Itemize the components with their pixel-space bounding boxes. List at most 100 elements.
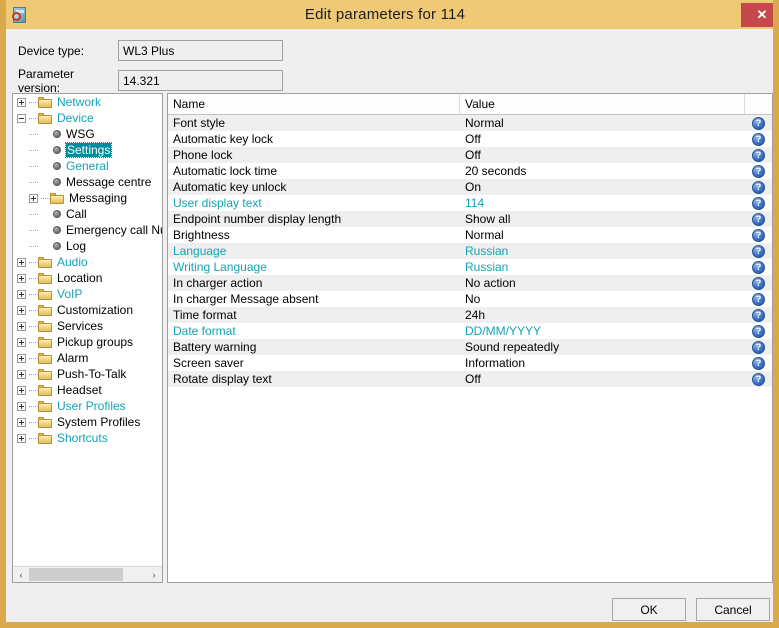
tree-item-settings[interactable]: Settings: [13, 142, 162, 158]
expand-icon[interactable]: [17, 353, 26, 363]
tree-horizontal-scrollbar[interactable]: ‹ ›: [13, 566, 162, 582]
scroll-left-arrow-icon[interactable]: ‹: [13, 567, 29, 582]
table-row[interactable]: Phone lock Off?: [168, 147, 772, 163]
expand-icon[interactable]: [17, 337, 26, 347]
cell-value[interactable]: Russian: [460, 259, 745, 275]
table-row[interactable]: Time format 24h?: [168, 307, 772, 323]
cell-value[interactable]: Off: [460, 371, 745, 387]
expand-icon[interactable]: [17, 289, 26, 299]
help-icon[interactable]: ?: [752, 212, 765, 226]
expand-icon[interactable]: [17, 369, 26, 379]
cell-value[interactable]: Russian: [460, 243, 745, 259]
tree-item-call[interactable]: Call: [13, 206, 162, 222]
tree-item-voip[interactable]: VoIP: [13, 286, 162, 302]
cell-value[interactable]: No: [460, 291, 745, 307]
expand-icon[interactable]: [17, 433, 26, 443]
help-icon[interactable]: ?: [752, 116, 765, 130]
help-icon[interactable]: ?: [752, 132, 765, 146]
tree-item-headset[interactable]: Headset: [13, 382, 162, 398]
table-row[interactable]: Rotate display text Off?: [168, 371, 772, 387]
tree-item-device[interactable]: Device: [13, 110, 162, 126]
scrollbar-thumb[interactable]: [29, 568, 123, 581]
tree-item-wsg[interactable]: WSG: [13, 126, 162, 142]
tree-item-pickup-groups[interactable]: Pickup groups: [13, 334, 162, 350]
tree-item-user-profiles[interactable]: User Profiles: [13, 398, 162, 414]
tree-item-push-to-talk[interactable]: Push-To-Talk: [13, 366, 162, 382]
cell-value[interactable]: DD/MM/YYYY: [460, 323, 745, 339]
table-row[interactable]: User display text 114?: [168, 195, 772, 211]
expand-icon[interactable]: [17, 417, 26, 427]
tree-item-customization[interactable]: Customization: [13, 302, 162, 318]
scrollbar-track[interactable]: [123, 567, 146, 582]
column-header-value[interactable]: Value: [460, 94, 745, 114]
table-row[interactable]: Font style Normal?: [168, 115, 772, 131]
cell-value[interactable]: On: [460, 179, 745, 195]
device-type-field[interactable]: WL3 Plus: [118, 40, 283, 61]
column-header-help[interactable]: [745, 94, 772, 114]
tree-item-general[interactable]: General: [13, 158, 162, 174]
table-row[interactable]: In charger action No action?: [168, 275, 772, 291]
tree-item-location[interactable]: Location: [13, 270, 162, 286]
tree-item-services[interactable]: Services: [13, 318, 162, 334]
expand-icon[interactable]: [17, 401, 26, 411]
table-row[interactable]: Battery warning Sound repeatedly?: [168, 339, 772, 355]
scroll-right-arrow-icon[interactable]: ›: [146, 567, 162, 582]
ok-button[interactable]: OK: [612, 598, 686, 621]
help-icon[interactable]: ?: [752, 324, 765, 338]
tree-item-log[interactable]: Log: [13, 238, 162, 254]
expand-icon[interactable]: [17, 305, 26, 315]
cell-value[interactable]: No action: [460, 275, 745, 291]
tree-item-message-centre[interactable]: Message centre: [13, 174, 162, 190]
cancel-button[interactable]: Cancel: [696, 598, 770, 621]
table-row[interactable]: Writing Language Russian?: [168, 259, 772, 275]
help-icon[interactable]: ?: [752, 308, 765, 322]
expand-icon[interactable]: [17, 321, 26, 331]
tree-item-emergency-call-number[interactable]: Emergency call Number: [13, 222, 162, 238]
table-row[interactable]: Language Russian?: [168, 243, 772, 259]
collapse-icon[interactable]: [17, 113, 26, 123]
column-header-name[interactable]: Name: [168, 94, 460, 114]
cell-value[interactable]: Normal: [460, 115, 745, 131]
help-icon[interactable]: ?: [752, 292, 765, 306]
help-icon[interactable]: ?: [752, 260, 765, 274]
help-icon[interactable]: ?: [752, 196, 765, 210]
help-icon[interactable]: ?: [752, 148, 765, 162]
cell-value[interactable]: 24h: [460, 307, 745, 323]
tree-item-messaging[interactable]: Messaging: [13, 190, 162, 206]
table-row[interactable]: Brightness Normal?: [168, 227, 772, 243]
table-row[interactable]: Date format DD/MM/YYYY?: [168, 323, 772, 339]
cell-value[interactable]: Off: [460, 131, 745, 147]
cell-value[interactable]: 20 seconds: [460, 163, 745, 179]
table-row[interactable]: Screen saver Information?: [168, 355, 772, 371]
cell-value[interactable]: Normal: [460, 227, 745, 243]
help-icon[interactable]: ?: [752, 276, 765, 290]
help-icon[interactable]: ?: [752, 244, 765, 258]
tree-item-network[interactable]: Network: [13, 94, 162, 110]
expand-icon[interactable]: [17, 97, 26, 107]
close-button[interactable]: ✕: [741, 2, 773, 27]
tree-item-system-profiles[interactable]: System Profiles: [13, 414, 162, 430]
help-icon[interactable]: ?: [752, 228, 765, 242]
help-icon[interactable]: ?: [752, 340, 765, 354]
expand-icon[interactable]: [29, 193, 38, 203]
expand-icon[interactable]: [17, 385, 26, 395]
help-icon[interactable]: ?: [752, 180, 765, 194]
table-row[interactable]: Automatic key lock Off?: [168, 131, 772, 147]
tree-item-alarm[interactable]: Alarm: [13, 350, 162, 366]
help-icon[interactable]: ?: [752, 356, 765, 370]
cell-value[interactable]: Sound repeatedly: [460, 339, 745, 355]
help-icon[interactable]: ?: [752, 372, 765, 386]
cell-value[interactable]: 114: [460, 195, 745, 211]
cell-value[interactable]: Off: [460, 147, 745, 163]
table-row[interactable]: Automatic key unlock On?: [168, 179, 772, 195]
tree-item-audio[interactable]: Audio: [13, 254, 162, 270]
parameter-version-field[interactable]: 14.321: [118, 70, 283, 91]
expand-icon[interactable]: [17, 257, 26, 267]
table-row[interactable]: In charger Message absent No?: [168, 291, 772, 307]
help-icon[interactable]: ?: [752, 164, 765, 178]
tree-item-shortcuts[interactable]: Shortcuts: [13, 430, 162, 446]
table-row[interactable]: Endpoint number display length Show all?: [168, 211, 772, 227]
cell-value[interactable]: Information: [460, 355, 745, 371]
cell-value[interactable]: Show all: [460, 211, 745, 227]
expand-icon[interactable]: [17, 273, 26, 283]
